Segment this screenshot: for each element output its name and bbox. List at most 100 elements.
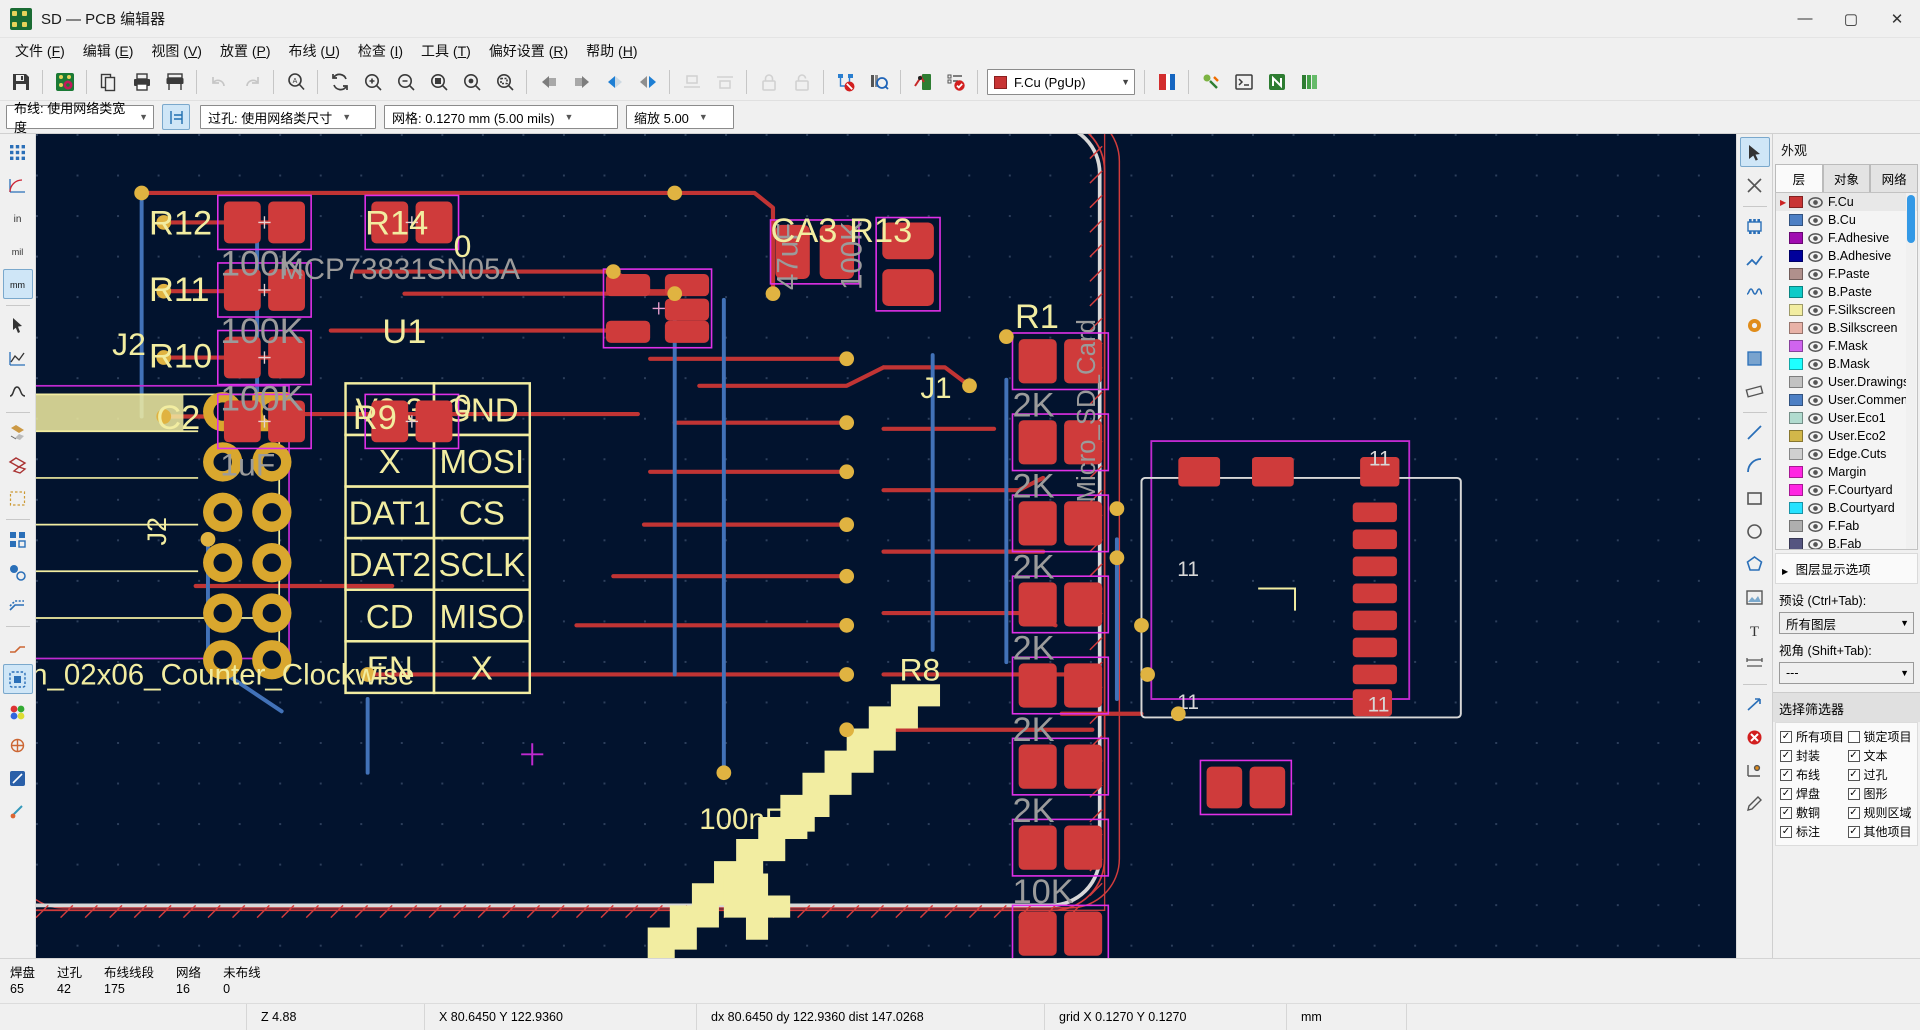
layer-row[interactable]: F.Mask (1776, 337, 1917, 355)
eye-icon[interactable] (1808, 376, 1823, 389)
schematic-icon[interactable] (1195, 67, 1226, 98)
select-cursor-icon[interactable] (1739, 137, 1770, 167)
layer-row[interactable]: B.Adhesive (1776, 247, 1917, 265)
checkbox-icon[interactable]: ✓ (1847, 787, 1860, 800)
filter-footprints[interactable]: ✓ 封装 (1780, 747, 1846, 764)
eye-icon[interactable] (1808, 502, 1823, 515)
eye-icon[interactable] (1808, 304, 1823, 317)
layer-color-swatch[interactable] (1789, 322, 1803, 334)
eye-icon[interactable] (1808, 214, 1823, 227)
line-icon[interactable] (1740, 417, 1770, 447)
zoom-objects-icon[interactable] (456, 67, 487, 98)
layer-color-swatch[interactable] (1789, 430, 1803, 442)
close-button[interactable]: ✕ (1874, 0, 1920, 38)
layer-color-swatch[interactable] (1789, 304, 1803, 316)
zone-fill-icon[interactable] (3, 417, 33, 447)
checkbox-icon[interactable]: ✓ (1847, 825, 1860, 838)
layer-row[interactable]: Edge.Cuts (1776, 445, 1917, 463)
layer-color-swatch[interactable] (1789, 286, 1803, 298)
zone-outline-icon[interactable] (3, 450, 33, 480)
layer-list[interactable]: ▶ F.Cu B.Cu F.Adhesive B.Adhesive F.Past… (1775, 192, 1918, 550)
eye-icon[interactable] (1808, 520, 1823, 533)
checkbox-icon[interactable]: ✓ (1780, 806, 1792, 819)
layer-color-swatch[interactable] (1789, 376, 1803, 388)
active-layer-select[interactable]: F.Cu (PgUp) ▼ (987, 69, 1135, 95)
plot-icon[interactable] (159, 67, 190, 98)
layer-color-swatch[interactable] (1789, 250, 1803, 262)
grid-select[interactable]: 网格: 0.1270 mm (5.00 mils) ▼ (384, 105, 618, 129)
eye-icon[interactable] (1808, 538, 1823, 551)
eye-icon[interactable] (1808, 430, 1823, 443)
checkbox-icon[interactable]: ✓ (1780, 825, 1792, 838)
menu-help[interactable]: 帮助 (H) (577, 38, 646, 64)
net-inspector-icon[interactable] (907, 67, 938, 98)
zone-icon[interactable] (1740, 343, 1770, 373)
layer-list-scrollbar[interactable] (1906, 193, 1916, 549)
refresh-icon[interactable] (324, 67, 355, 98)
preset-select[interactable]: 所有图层 ▼ (1779, 612, 1914, 634)
layer-row[interactable]: User.Eco2 (1776, 427, 1917, 445)
pads-sketch-icon[interactable] (3, 524, 33, 554)
eye-icon[interactable] (1808, 448, 1823, 461)
checkbox-icon[interactable]: ✓ (1780, 768, 1792, 781)
layer-row[interactable]: F.Paste (1776, 265, 1917, 283)
route-track-icon[interactable] (1740, 244, 1770, 274)
filter-dimensions[interactable]: ✓ 标注 (1780, 823, 1846, 840)
tab-objects[interactable]: 对象 (1822, 164, 1871, 192)
origin-icon[interactable] (1740, 755, 1770, 785)
find-icon[interactable]: A (280, 67, 311, 98)
measure-tool-icon[interactable] (3, 763, 33, 793)
layer-row[interactable]: F.Fab (1776, 517, 1917, 535)
layer-row[interactable]: B.Paste (1776, 283, 1917, 301)
hv45-mode-icon[interactable] (3, 631, 33, 661)
checkbox-icon[interactable]: ✓ (1780, 787, 1792, 800)
checkbox-icon[interactable] (1847, 730, 1860, 743)
layer-color-swatch[interactable] (1789, 232, 1803, 244)
layer-row[interactable]: Margin (1776, 463, 1917, 481)
zoom-fit-icon[interactable] (423, 67, 454, 98)
units-inch-icon[interactable]: in (3, 203, 33, 233)
menu-route[interactable]: 布线 (U) (280, 38, 349, 64)
route-diffpair-icon[interactable] (1740, 277, 1770, 307)
filter-all-items[interactable]: ✓ 所有项目 (1780, 728, 1846, 745)
circle-icon[interactable] (1740, 516, 1770, 546)
layer-color-swatch[interactable] (1789, 340, 1803, 352)
print-page-icon[interactable] (93, 67, 124, 98)
filter-vias[interactable]: ✓ 过孔 (1847, 766, 1914, 783)
filter-text[interactable]: ✓ 文本 (1847, 747, 1914, 764)
layer-row[interactable]: User.Drawings (1776, 373, 1917, 391)
filter-rule-areas[interactable]: ✓ 规则区域 (1847, 804, 1914, 821)
checkbox-icon[interactable]: ✓ (1847, 768, 1860, 781)
text-icon[interactable]: T (1740, 615, 1770, 645)
maximize-button[interactable]: ▢ (1828, 0, 1874, 38)
layer-color-swatch[interactable] (1789, 484, 1803, 496)
ratsnest-curved-icon[interactable] (3, 376, 33, 406)
align-bottom-icon[interactable] (709, 67, 740, 98)
ratsnest-mode-icon[interactable] (3, 730, 33, 760)
vias-sketch-icon[interactable] (3, 557, 33, 587)
track-width-select[interactable]: 布线: 使用网络类宽度 ▼ (6, 101, 154, 135)
rect-icon[interactable] (1740, 483, 1770, 513)
layer-row[interactable]: B.Courtyard (1776, 499, 1917, 517)
eye-icon[interactable] (1808, 268, 1823, 281)
tab-nets[interactable]: 网络 (1870, 164, 1919, 192)
undo-icon[interactable] (203, 67, 234, 98)
drc-run-icon[interactable] (940, 67, 971, 98)
layer-color-swatch[interactable] (1789, 394, 1803, 406)
settings-tool-icon[interactable] (3, 796, 33, 826)
units-mil-icon[interactable]: mil (3, 236, 33, 266)
eye-icon[interactable] (1808, 340, 1823, 353)
arc-icon[interactable] (1740, 450, 1770, 480)
layer-color-swatch[interactable] (1789, 214, 1803, 226)
layer-row[interactable]: B.Fab (1776, 535, 1917, 551)
menu-place[interactable]: 放置 (P) (211, 38, 280, 64)
mirror-h-icon[interactable] (632, 67, 663, 98)
layer-color-swatch[interactable] (1789, 538, 1803, 549)
align-icon[interactable] (1740, 689, 1770, 719)
rotate-ccw-icon[interactable] (533, 67, 564, 98)
ratsnest-icon[interactable] (3, 343, 33, 373)
eye-icon[interactable] (1808, 466, 1823, 479)
eye-icon[interactable] (1808, 358, 1823, 371)
layer-color-swatch[interactable] (1789, 466, 1803, 478)
viewport-select[interactable]: --- ▼ (1779, 662, 1914, 684)
